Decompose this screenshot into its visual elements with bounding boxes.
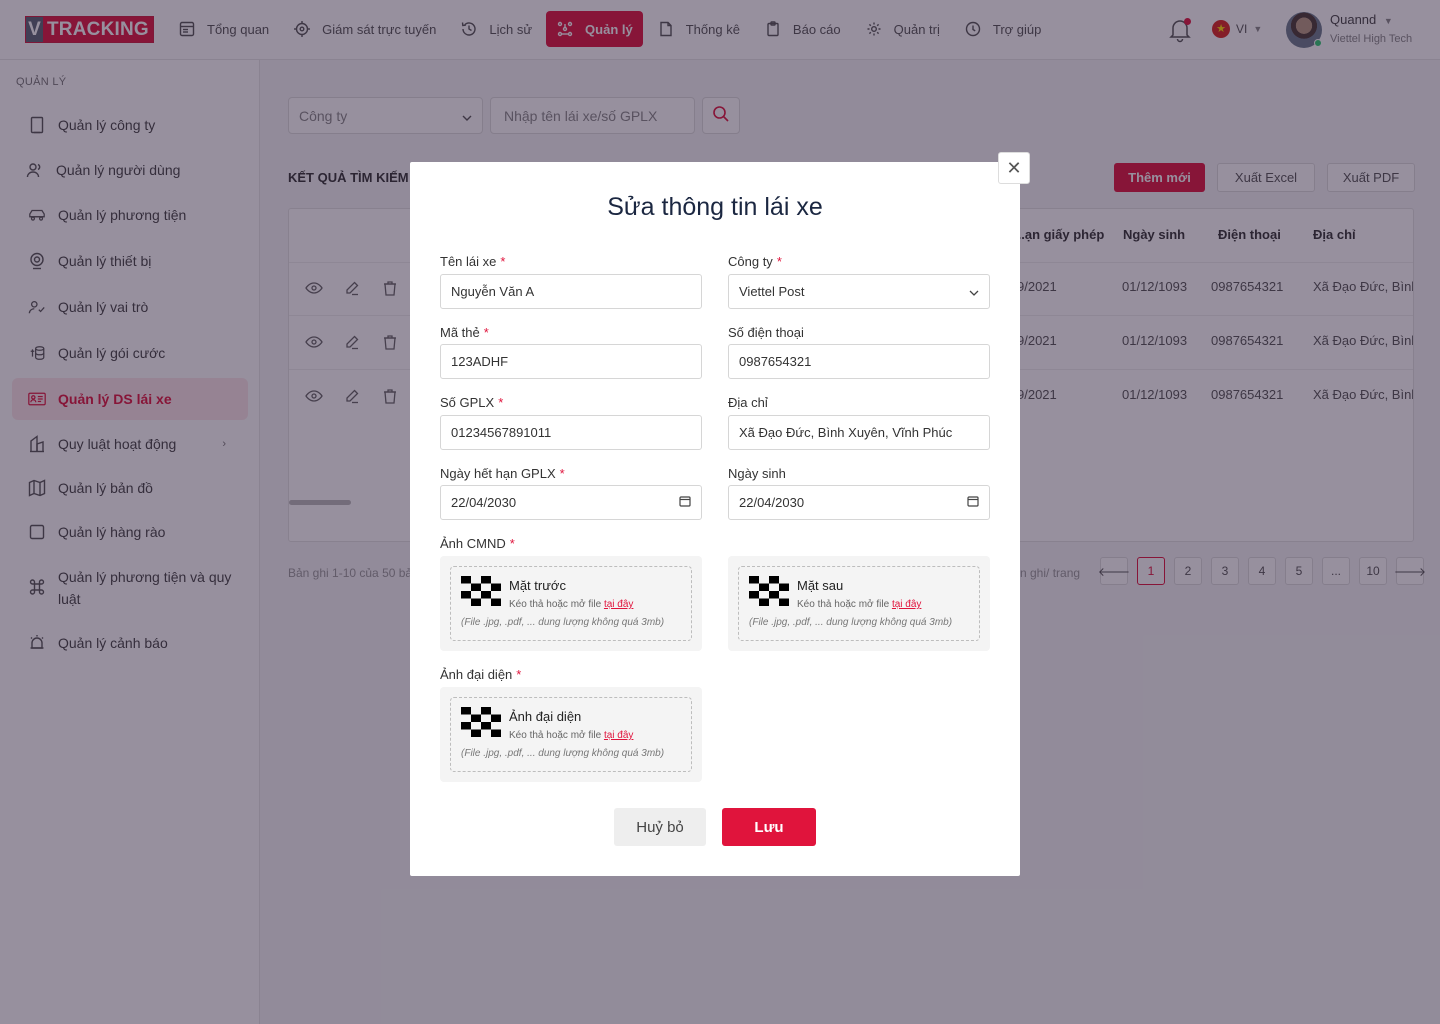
driver-name-label: Tên lái xe * [440, 254, 506, 269]
chevron-down-icon [969, 284, 979, 299]
license-expiry-label: Ngày hết hạn GPLX * [440, 466, 565, 481]
image-placeholder-icon [461, 576, 501, 606]
dropzone[interactable]: Mặt trước Kéo thả hoặc mở file tại đây (… [450, 566, 692, 641]
phone-label: Số điện thoại [728, 325, 804, 340]
id-front-upload[interactable]: Mặt trước Kéo thả hoặc mở file tại đây (… [440, 556, 702, 651]
upload-hint: Kéo thả hoặc mở file tại đây [509, 599, 634, 610]
dropzone[interactable]: Mặt sau Kéo thả hoặc mở file tại đây (Fi… [738, 566, 980, 641]
company-select[interactable]: Viettel Post [728, 274, 990, 309]
edit-driver-modal: ✕ Sửa thông tin lái xe Tên lái xe * Nguyễ… [410, 152, 1030, 876]
upload-link[interactable]: tại đây [604, 730, 633, 741]
upload-hint: Kéo thả hoặc mở file tại đây [797, 599, 922, 610]
calendar-icon[interactable] [967, 495, 979, 510]
save-button[interactable]: Lưu [722, 808, 816, 846]
driver-name-field[interactable]: Nguyễn Văn A [440, 274, 702, 309]
upload-hint: Kéo thả hoặc mở file tại đây [509, 730, 634, 741]
license-number-label: Số GPLX * [440, 395, 504, 410]
upload-note: (File .jpg, .pdf, ... dung lượng không q… [749, 617, 953, 628]
id-back-upload[interactable]: Mặt sau Kéo thả hoặc mở file tại đây (Fi… [728, 556, 990, 651]
card-code-label: Mã thẻ * [440, 325, 489, 340]
calendar-icon[interactable] [679, 495, 691, 510]
upload-title: Mặt trước [509, 578, 566, 593]
dob-date-field[interactable]: 22/04/2030 [728, 485, 990, 520]
avatar-photo-label: Ảnh đại diện * [440, 667, 522, 682]
phone-field[interactable]: 0987654321 [728, 344, 990, 379]
modal-title: Sửa thông tin lái xe [607, 193, 823, 221]
close-icon: ✕ [1006, 157, 1022, 178]
upload-title: Ảnh đại diện [509, 709, 582, 724]
license-number-field[interactable]: 01234567891011 [440, 415, 702, 450]
upload-note: (File .jpg, .pdf, ... dung lượng không q… [461, 617, 665, 628]
upload-link[interactable]: tại đây [604, 599, 633, 610]
company-label: Công ty * [728, 254, 782, 269]
image-placeholder-icon [461, 707, 501, 737]
avatar-upload[interactable]: Ảnh đại diện Kéo thả hoặc mở file tại đâ… [440, 687, 702, 782]
image-placeholder-icon [749, 576, 789, 606]
upload-link[interactable]: tại đây [892, 599, 921, 610]
upload-title: Mặt sau [797, 578, 844, 593]
address-field[interactable]: Xã Đạo Đức, Bình Xuyên, Vĩnh Phúc [728, 415, 990, 450]
address-label: Địa chỉ [728, 395, 768, 410]
cancel-button[interactable]: Huỷ bỏ [614, 808, 706, 846]
card-code-field[interactable]: 123ADHF [440, 344, 702, 379]
dob-label: Ngày sinh [728, 466, 786, 481]
close-modal-button[interactable]: ✕ [998, 152, 1030, 184]
license-expiry-date-field[interactable]: 22/04/2030 [440, 485, 702, 520]
upload-note: (File .jpg, .pdf, ... dung lượng không q… [461, 748, 665, 759]
id-photo-label: Ảnh CMND * [440, 536, 515, 551]
dropzone[interactable]: Ảnh đại diện Kéo thả hoặc mở file tại đâ… [450, 697, 692, 772]
